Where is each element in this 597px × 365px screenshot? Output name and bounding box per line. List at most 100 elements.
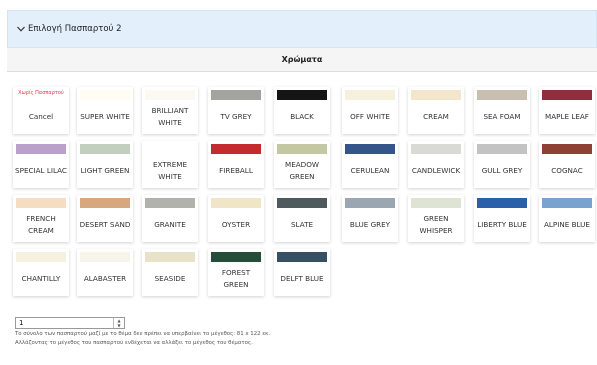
color-swatch xyxy=(145,144,195,154)
size-change-note: Αλλάζοντας το μέγεθος του πασπαρτού ενδέ… xyxy=(15,340,253,346)
color-tile-super-white[interactable]: SUPER WHITE xyxy=(77,87,133,134)
color-swatch xyxy=(411,198,461,208)
color-tile-alabaster[interactable]: ALABASTER xyxy=(77,249,133,296)
color-swatch xyxy=(277,90,327,100)
color-tile-chantilly[interactable]: CHANTILLY xyxy=(13,249,69,296)
color-swatch xyxy=(16,144,66,154)
color-swatch xyxy=(16,252,66,262)
color-tile-label: ALABASTER xyxy=(83,273,127,283)
color-swatch xyxy=(345,90,395,100)
colors-heading: Χρώματα xyxy=(281,55,323,64)
color-swatch xyxy=(80,90,130,100)
color-tile-candlewick[interactable]: CANDLEWICK xyxy=(408,141,464,188)
color-swatch xyxy=(211,144,261,154)
color-tile-label: CERULEAN xyxy=(350,165,390,175)
color-tile-label: FRENCH CREAM xyxy=(26,213,56,235)
color-tile-fireball[interactable]: FIREBALL xyxy=(208,141,264,188)
color-tile-oyster[interactable]: OYSTER xyxy=(208,195,264,242)
color-swatch xyxy=(211,198,261,208)
color-tile-maple-leaf[interactable]: MAPLE LEAF xyxy=(539,87,595,134)
color-tile-sea-foam[interactable]: SEA FOAM xyxy=(474,87,530,134)
color-tile-label: SEASIDE xyxy=(154,273,186,283)
color-tile-label: COGNAC xyxy=(551,165,583,175)
color-tile-slate[interactable]: SLATE xyxy=(274,195,330,242)
color-tile-french-cream[interactable]: FRENCH CREAM xyxy=(13,195,69,242)
color-tile-seaside[interactable]: SEASIDE xyxy=(142,249,198,296)
color-tile-cancel[interactable]: Χωρίς Πασπαρτού Cancel xyxy=(13,87,69,134)
color-tile-blue-grey[interactable]: BLUE GREY xyxy=(342,195,398,242)
color-tile-label: LIBERTY BLUE xyxy=(477,219,527,229)
color-tile-label: GRANITE xyxy=(154,219,186,229)
color-swatch xyxy=(477,90,527,100)
color-swatch xyxy=(477,144,527,154)
color-swatch xyxy=(277,144,327,154)
color-tile-black[interactable]: BLACK xyxy=(274,87,330,134)
color-swatch xyxy=(211,90,261,100)
color-tile-extreme-white[interactable]: EXTREME WHITE xyxy=(142,141,198,188)
color-tile-label: GULL GREY xyxy=(481,165,523,175)
color-tile-cerulean[interactable]: CERULEAN xyxy=(342,141,398,188)
quantity-stepper[interactable]: 1 ▲ ▼ xyxy=(15,317,125,329)
color-tile-desert-sand[interactable]: DESERT SAND xyxy=(77,195,133,242)
color-tile-label: SLATE xyxy=(290,219,314,229)
color-tile-label: SUPER WHITE xyxy=(80,111,130,121)
color-tile-label: Cancel xyxy=(28,111,54,121)
color-swatch xyxy=(345,198,395,208)
color-tile-label: OYSTER xyxy=(221,219,251,229)
color-tile-off-white[interactable]: OFF WHITE xyxy=(342,87,398,134)
color-swatch xyxy=(145,252,195,262)
color-tile-label: SEA FOAM xyxy=(483,111,521,121)
color-tile-label: EXTREME WHITE xyxy=(152,159,187,181)
accordion-title: Επιλογή Πασπαρτού 2 xyxy=(28,24,122,34)
color-tile-gull-grey[interactable]: GULL GREY xyxy=(474,141,530,188)
color-tile-granite[interactable]: GRANITE xyxy=(142,195,198,242)
color-tile-cream[interactable]: CREAM xyxy=(408,87,464,134)
color-swatch xyxy=(411,144,461,154)
spinner-icon[interactable]: ▲ ▼ xyxy=(113,318,124,328)
color-swatch xyxy=(477,198,527,208)
color-tile-label: TV GREY xyxy=(220,111,252,121)
color-tile-liberty-blue[interactable]: LIBERTY BLUE xyxy=(474,195,530,242)
color-swatch xyxy=(542,90,592,100)
color-tile-label: GREEN WHISPER xyxy=(419,213,453,235)
color-tile-alpine-blue[interactable]: ALPINE BLUE xyxy=(539,195,595,242)
color-swatch xyxy=(16,198,66,208)
color-tile-label: FOREST GREEN xyxy=(221,267,251,289)
color-tile-meadow-green[interactable]: MEADOW GREEN xyxy=(274,141,330,188)
color-tile-delft-blue[interactable]: DELFT BLUE xyxy=(274,249,330,296)
color-swatch xyxy=(80,252,130,262)
color-swatch xyxy=(345,144,395,154)
color-tile-label: CREAM xyxy=(423,111,449,121)
color-tile-label: DESERT SAND xyxy=(79,219,131,229)
color-tile-label: LIGHT GREEN xyxy=(80,165,130,175)
color-tile-label: BLUE GREY xyxy=(349,219,391,229)
accordion-header-mat-2[interactable]: Επιλογή Πασπαρτού 2 xyxy=(7,10,597,48)
color-tile-brilliant-white[interactable]: BRILLIANT WHITE xyxy=(142,87,198,134)
color-tile-cognac[interactable]: COGNAC xyxy=(539,141,595,188)
color-tile-label: FIREBALL xyxy=(219,165,253,175)
colors-section-header: Χρώματα xyxy=(7,48,597,72)
spin-down-icon[interactable]: ▼ xyxy=(117,323,120,328)
color-tile-forest-green[interactable]: FOREST GREEN xyxy=(208,249,264,296)
size-limit-note: Το σύνολο των πασπαρτού μαζί με το θέμα … xyxy=(15,331,271,337)
color-tile-label: OFF WHITE xyxy=(350,111,390,121)
color-tile-label: MAPLE LEAF xyxy=(545,111,589,121)
color-swatch xyxy=(277,198,327,208)
color-tile-green-whisper[interactable]: GREEN WHISPER xyxy=(408,195,464,242)
chevron-down-icon xyxy=(16,24,26,34)
color-tile-label: SPECIAL LILAC xyxy=(15,165,67,175)
color-swatch xyxy=(542,144,592,154)
color-swatch xyxy=(80,198,130,208)
color-tile-tv-grey[interactable]: TV GREY xyxy=(208,87,264,134)
color-tile-special-lilac[interactable]: SPECIAL LILAC xyxy=(13,141,69,188)
color-swatch xyxy=(145,90,195,100)
color-swatch xyxy=(145,198,195,208)
color-tile-label: CANDLEWICK xyxy=(411,165,461,175)
color-tile-label: DELFT BLUE xyxy=(280,273,324,283)
color-tile-label: CHANTILLY xyxy=(21,273,61,283)
color-swatch xyxy=(542,198,592,208)
no-mat-caption: Χωρίς Πασπαρτού xyxy=(18,90,64,96)
color-tile-light-green[interactable]: LIGHT GREEN xyxy=(77,141,133,188)
color-tile-label: ALPINE BLUE xyxy=(544,219,590,229)
color-swatch xyxy=(277,252,327,262)
